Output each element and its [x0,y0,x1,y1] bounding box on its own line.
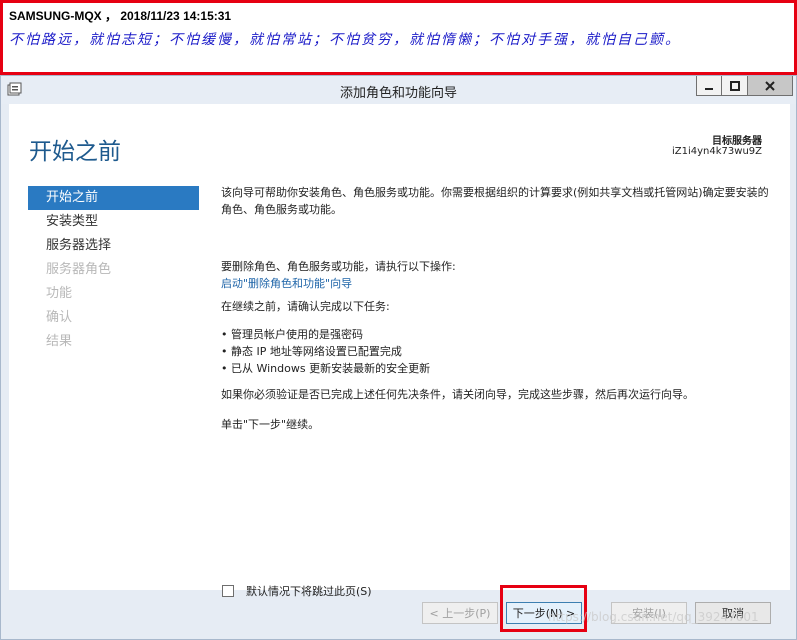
skip-page-checkbox[interactable] [222,585,234,597]
window-title: 添加角色和功能向导 [339,86,457,101]
nav-item-features: 功能 [46,286,73,301]
intro-text: 该向导可帮助你安装角色、角色服务或功能。你需要根据组织的计算要求(例如共享文档或… [221,186,769,216]
prerequisites-list: • 管理员帐户使用的是强密码 • 静态 IP 地址等网络设置已配置完成 • 已从… [221,326,769,377]
banner-timestamp: SAMSUNG-MQX ， 2018/11/23 14:15:31 [9,9,232,23]
nav-item-before-you-begin[interactable]: 开始之前 [28,186,199,210]
skip-page-option[interactable]: 默认情况下将跳过此页(S) [222,583,372,599]
title-bar[interactable]: 添加角色和功能向导 [1,76,796,104]
target-server-value: iZ1i4yn4k73wu9Z [672,146,762,157]
skip-page-label: 默认情况下将跳过此页(S) [246,585,372,598]
list-item: • 静态 IP 地址等网络设置已配置完成 [221,345,402,358]
maximize-button[interactable] [722,76,748,96]
minimize-icon [705,87,713,90]
remove-instructions: 要删除角色、角色服务或功能，请执行以下操作: [221,260,456,273]
continue-text: 单击"下一步"继续。 [221,418,320,431]
banner-motto: 不怕路远，就怕志短；不怕缓慢，就怕常站；不怕贫穷，就怕惰懒；不怕对手强，就怕自己… [9,32,681,48]
nav-item-confirmation: 确认 [46,310,73,325]
wizard-steps-nav: 开始之前 安装类型 服务器选择 服务器角色 功能 确认 结果 [28,186,199,354]
wizard-window: 添加角色和功能向导 开始之前 目标服务器 iZ1i4yn4k73wu9Z 开始之… [0,75,797,640]
verify-text: 如果你必须验证是否已完成上述任何先决条件，请关闭向导，完成这些步骤，然后再次运行… [221,388,694,401]
nav-item-server-selection[interactable]: 服务器选择 [28,234,199,258]
page-title: 开始之前 [29,139,121,165]
nav-item-server-roles: 服务器角色 [46,262,112,277]
list-item: • 管理员帐户使用的是强密码 [221,328,363,341]
minimize-button[interactable] [696,76,722,96]
remove-section: 要删除角色、角色服务或功能，请执行以下操作: 启动"删除角色和功能"向导 [221,258,769,292]
target-server-label: 目标服务器 [712,136,762,147]
nav-item-results: 结果 [46,334,73,349]
prerequisites-heading: 在继续之前，请确认完成以下任务: [221,300,390,313]
watermark: https://blog.csdn.net/qq_39247001 [548,610,759,624]
previous-button[interactable]: < 上一步(P) [422,602,498,624]
list-item: • 已从 Windows 更新安装最新的安全更新 [221,362,431,375]
remove-roles-wizard-link[interactable]: 启动"删除角色和功能"向导 [221,275,769,292]
close-button[interactable] [748,76,793,96]
wizard-content: 开始之前 目标服务器 iZ1i4yn4k73wu9Z 开始之前 安装类型 服务器… [9,104,790,598]
annotation-banner: SAMSUNG-MQX ， 2018/11/23 14:15:31 不怕路远，就… [0,0,797,75]
close-icon [765,80,775,91]
nav-item-installation-type[interactable]: 安装类型 [28,210,199,234]
maximize-icon [729,80,740,91]
